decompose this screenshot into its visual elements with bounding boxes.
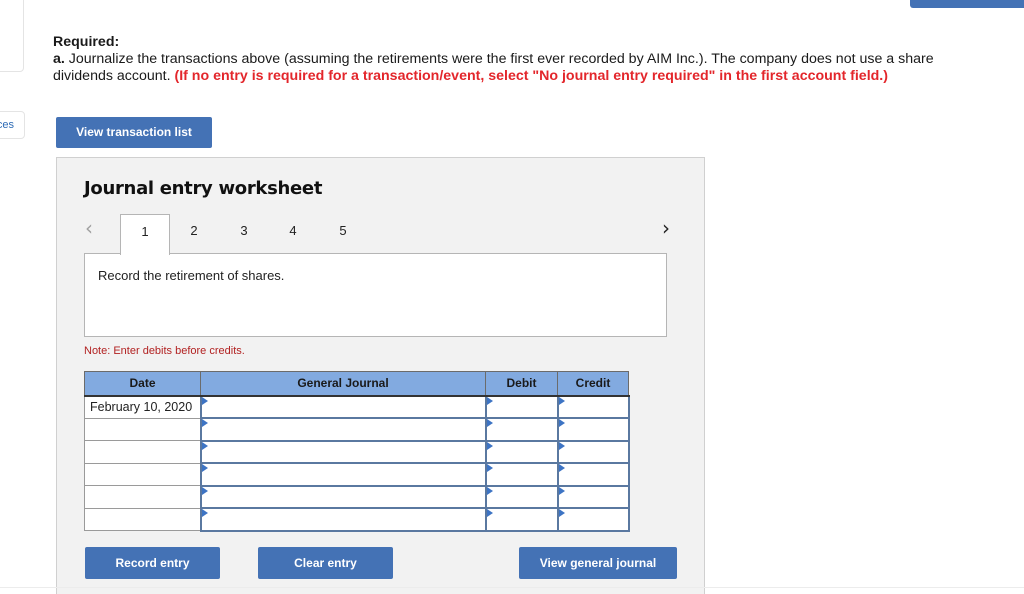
debit-input[interactable]: [486, 419, 557, 440]
account-input[interactable]: [201, 509, 485, 530]
date-cell: [84, 440, 201, 464]
table-row: February 10, 2020: [84, 394, 630, 419]
debit-input-cell: [484, 484, 559, 509]
table-header-row: Date General Journal Debit Credit: [84, 371, 629, 397]
date-cell: [84, 507, 201, 531]
required-section: Required: a. Journalize the transactions…: [53, 34, 993, 85]
instruction-text: Record the retirement of shares.: [98, 268, 285, 283]
account-input[interactable]: [201, 441, 485, 462]
credit-input[interactable]: [558, 396, 628, 417]
credit-input-cell: [556, 394, 630, 419]
account-input-cell: [199, 484, 487, 509]
view-transaction-list-button[interactable]: View transaction list: [56, 117, 212, 148]
credit-input[interactable]: [558, 441, 628, 462]
dropdown-flag-icon: [558, 464, 565, 472]
dropdown-flag-icon: [486, 396, 493, 405]
date-cell: [84, 417, 201, 441]
debit-input[interactable]: [486, 441, 557, 462]
debit-input[interactable]: [486, 396, 557, 417]
account-input-cell: [199, 507, 487, 532]
dropdown-flag-icon: [558, 396, 565, 405]
dropdown-flag-icon: [486, 464, 493, 472]
dropdown-flag-icon: [486, 419, 493, 427]
divider: [0, 587, 1024, 588]
dropdown-flag-icon: [201, 419, 208, 427]
references-button[interactable]: ces: [0, 111, 25, 139]
account-input-cell: [199, 462, 487, 487]
date-cell: February 10, 2020: [84, 395, 201, 419]
dropdown-flag-icon: [486, 486, 493, 495]
part-label: a.: [53, 51, 65, 67]
dropdown-flag-icon: [558, 441, 565, 450]
chevron-left-icon[interactable]: ‹: [85, 216, 93, 240]
dropdown-flag-icon: [486, 441, 493, 450]
instruction-box: Record the retirement of shares.: [84, 253, 667, 337]
dropdown-flag-icon: [201, 396, 208, 405]
top-right-button[interactable]: [910, 0, 1024, 8]
side-card: [0, 0, 24, 72]
record-entry-button[interactable]: Record entry: [85, 547, 220, 579]
dropdown-flag-icon: [201, 486, 208, 495]
debit-input[interactable]: [486, 486, 557, 507]
dropdown-flag-icon: [201, 441, 208, 450]
table-row: [84, 507, 630, 532]
tab-2[interactable]: 2: [169, 214, 219, 254]
dropdown-flag-icon: [486, 509, 493, 517]
header-date: Date: [84, 371, 201, 397]
date-cell: [84, 462, 201, 486]
credit-input-cell: [556, 439, 630, 464]
account-input-cell: [199, 439, 487, 464]
required-instructions: a. Journalize the transactions above (as…: [53, 51, 993, 85]
credit-input-cell: [556, 484, 630, 509]
credit-input[interactable]: [558, 464, 628, 485]
debit-input-cell: [484, 417, 559, 442]
tab-5[interactable]: 5: [318, 214, 368, 254]
credit-input-cell: [556, 507, 630, 532]
debit-input-cell: [484, 462, 559, 487]
date-cell: [84, 485, 201, 509]
account-input[interactable]: [201, 396, 485, 417]
header-debit: Debit: [485, 371, 558, 397]
credit-input-cell: [556, 462, 630, 487]
tab-1[interactable]: 1: [120, 214, 170, 255]
debit-input[interactable]: [486, 464, 557, 485]
debit-input[interactable]: [486, 509, 557, 530]
credit-input[interactable]: [558, 486, 628, 507]
debits-note: Note: Enter debits before credits.: [84, 345, 245, 357]
account-input[interactable]: [201, 419, 485, 440]
credit-input[interactable]: [558, 509, 628, 530]
journal-entry-worksheet: Journal entry worksheet ‹ 1 2 3 4 5 › Re…: [56, 157, 705, 594]
dropdown-flag-icon: [558, 509, 565, 517]
worksheet-title: Journal entry worksheet: [84, 178, 323, 199]
tab-4[interactable]: 4: [268, 214, 318, 254]
dropdown-flag-icon: [558, 486, 565, 495]
journal-table: Date General Journal Debit Credit Februa…: [84, 371, 630, 532]
debit-input-cell: [484, 507, 559, 532]
credit-input[interactable]: [558, 419, 628, 440]
credit-input-cell: [556, 417, 630, 442]
debit-input-cell: [484, 439, 559, 464]
clear-entry-button[interactable]: Clear entry: [258, 547, 393, 579]
view-general-journal-button[interactable]: View general journal: [519, 547, 677, 579]
table-row: [84, 417, 630, 442]
required-title: Required:: [53, 34, 120, 50]
account-input[interactable]: [201, 486, 485, 507]
table-row: [84, 439, 630, 464]
red-instruction: (If no entry is required for a transacti…: [174, 68, 888, 84]
table-row: [84, 484, 630, 509]
tab-3[interactable]: 3: [219, 214, 269, 254]
dropdown-flag-icon: [201, 509, 208, 517]
account-input-cell: [199, 417, 487, 442]
debit-input-cell: [484, 394, 559, 419]
header-general-journal: General Journal: [200, 371, 486, 397]
dropdown-flag-icon: [558, 419, 565, 427]
table-row: [84, 462, 630, 487]
account-input-cell: [199, 394, 487, 419]
chevron-right-icon[interactable]: ›: [662, 216, 670, 240]
dropdown-flag-icon: [201, 464, 208, 472]
account-input[interactable]: [201, 464, 485, 485]
header-credit: Credit: [557, 371, 629, 397]
